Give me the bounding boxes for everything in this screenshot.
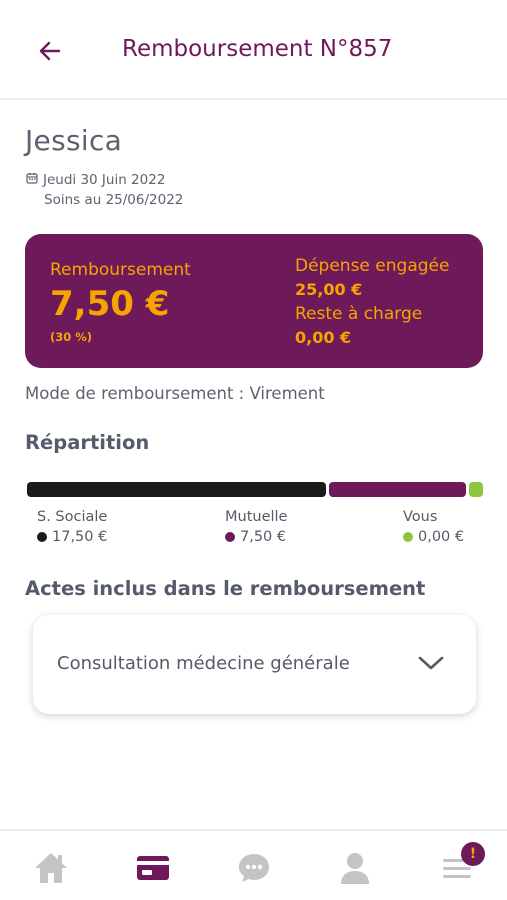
reimbursement-amount: 7,50 € — [50, 284, 170, 324]
chat-icon[interactable] — [235, 849, 273, 887]
legend-label: S. Sociale — [37, 509, 108, 525]
acte-item[interactable]: Consultation médecine générale — [33, 615, 476, 714]
payment-mode: Mode de remboursement : Virement — [25, 384, 325, 403]
soins-date: Soins au 25/06/2022 — [44, 192, 184, 208]
reimbursement-summary-card: Remboursement 7,50 € (30 %) Dépense enga… — [25, 234, 483, 368]
expense-label: Dépense engagée — [295, 256, 450, 276]
expense-amount: 25,00 € — [295, 280, 363, 299]
legend-label: Vous — [403, 509, 438, 525]
app-header: Remboursement N°857 — [0, 0, 507, 100]
actes-title: Actes inclus dans le remboursement — [25, 577, 426, 600]
legend-dot — [403, 532, 413, 542]
reimbursement-percent: (30 %) — [50, 330, 93, 344]
remaining-label: Reste à charge — [295, 304, 423, 324]
bottom-navigation — [0, 829, 507, 900]
patient-name: Jessica — [25, 124, 123, 157]
legend-dot — [225, 532, 235, 542]
notification-badge: ! — [461, 842, 485, 866]
acte-label: Consultation médecine générale — [57, 653, 350, 674]
card-icon[interactable] — [134, 849, 172, 887]
bar-securite-sociale — [27, 482, 326, 497]
back-arrow-icon[interactable] — [34, 36, 64, 66]
user-icon[interactable] — [336, 849, 374, 887]
remaining-amount: 0,00 € — [295, 328, 352, 347]
home-icon[interactable] — [32, 849, 70, 887]
bar-mutuelle — [329, 482, 466, 497]
bar-vous — [469, 482, 483, 497]
legend-label: Mutuelle — [225, 509, 288, 525]
date-text: Jeudi 30 Juin 2022 — [43, 172, 166, 188]
page-title: Remboursement N°857 — [122, 36, 393, 62]
repartition-title: Répartition — [25, 431, 150, 454]
date-row: Jeudi 30 Juin 2022 — [26, 172, 165, 188]
reimbursement-label: Remboursement — [50, 260, 191, 280]
legend-value: 0,00 € — [418, 529, 465, 545]
chevron-down-icon[interactable] — [418, 655, 444, 675]
legend-securite-sociale: S. Sociale 17,50 € — [37, 509, 107, 545]
calendar-icon — [26, 172, 38, 188]
payment-mode-value: Virement — [249, 384, 325, 403]
legend-mutuelle: Mutuelle 7,50 € — [225, 509, 287, 545]
legend-value: 17,50 € — [52, 529, 108, 545]
legend-vous: Vous 0,00 € — [403, 509, 464, 545]
payment-mode-label: Mode de remboursement : — [25, 384, 245, 403]
legend-value: 7,50 € — [240, 529, 287, 545]
legend-dot — [37, 532, 47, 542]
